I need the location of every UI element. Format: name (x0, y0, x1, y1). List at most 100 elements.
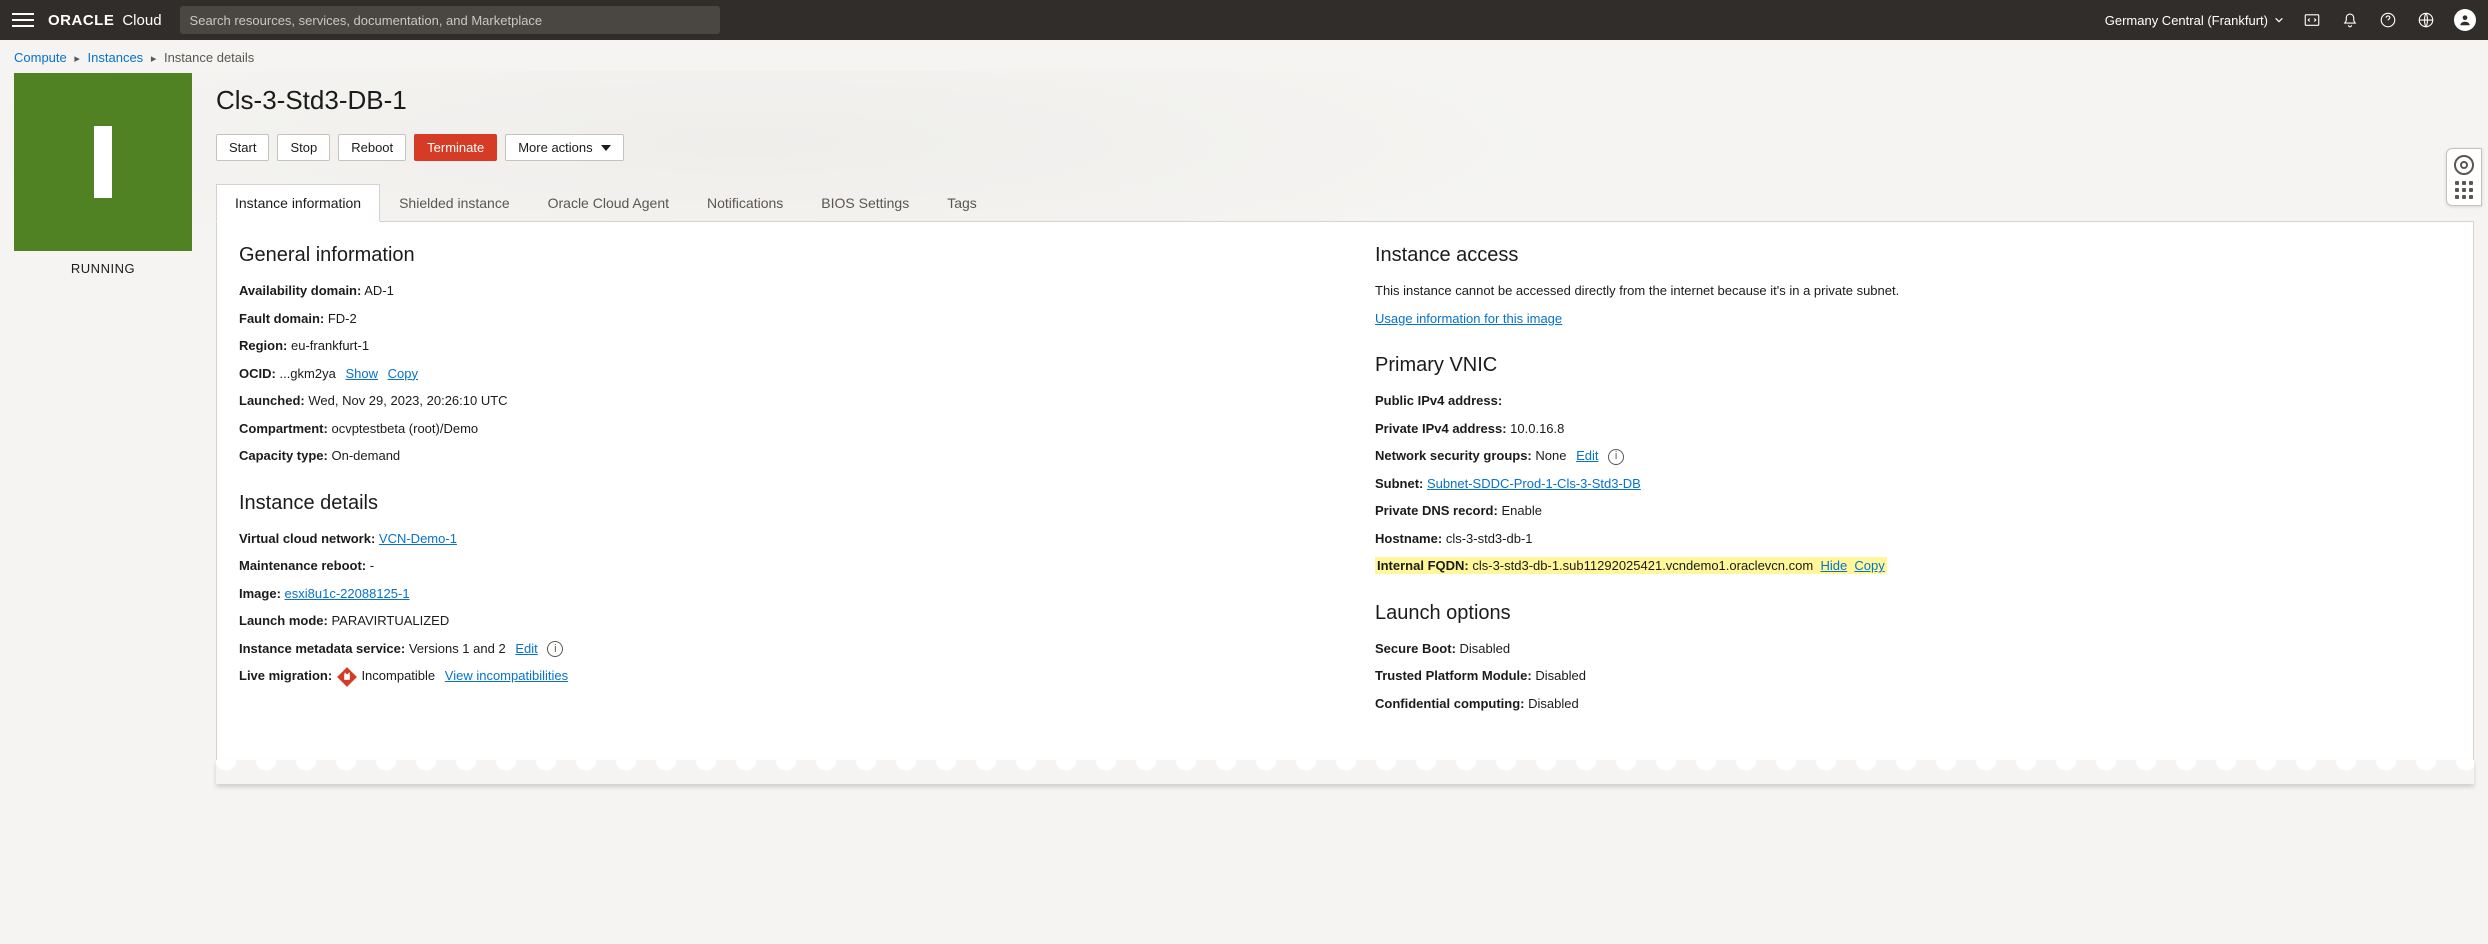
tpm-value: Disabled (1535, 668, 1586, 683)
tab-shielded-instance[interactable]: Shielded instance (380, 184, 529, 222)
maintenance-key: Maintenance reboot: (239, 558, 366, 573)
private-dns-value: Enable (1501, 503, 1541, 518)
nsg-key: Network security groups: (1375, 448, 1532, 463)
more-actions-button[interactable]: More actions (505, 134, 623, 161)
fqdn-key: Internal FQDN: (1377, 558, 1469, 573)
region-key: Region: (239, 338, 287, 353)
reboot-button[interactable]: Reboot (338, 134, 406, 161)
tab-panel: General information Availability domain:… (216, 222, 2474, 762)
nsg-edit-link[interactable]: Edit (1576, 448, 1598, 463)
support-widget[interactable] (2446, 148, 2482, 206)
ad-key: Availability domain: (239, 283, 361, 298)
image-link[interactable]: esxi8u1c-22088125-1 (285, 586, 410, 601)
image-key: Image: (239, 586, 281, 601)
launched-value: Wed, Nov 29, 2023, 20:26:10 UTC (308, 393, 507, 408)
more-actions-label: More actions (518, 140, 592, 155)
fd-key: Fault domain: (239, 311, 324, 326)
section-launch-options: Launch options (1375, 602, 2451, 625)
ocid-copy-link[interactable]: Copy (388, 366, 418, 381)
vcn-link[interactable]: VCN-Demo-1 (379, 531, 457, 546)
confidential-key: Confidential computing: (1375, 696, 1524, 711)
launch-mode-value: PARAVIRTUALIZED (331, 613, 449, 628)
tab-instance-information[interactable]: Instance information (216, 184, 380, 222)
action-row: Start Stop Reboot Terminate More actions (216, 134, 2474, 161)
help-icon[interactable] (2378, 10, 2398, 30)
nav-menu-button[interactable] (12, 9, 34, 31)
ad-value: AD-1 (364, 283, 394, 298)
breadcrumb-compute[interactable]: Compute (14, 50, 67, 65)
status-tile (14, 73, 192, 251)
tabs: Instance information Shielded instance O… (216, 183, 2474, 222)
tab-oracle-cloud-agent[interactable]: Oracle Cloud Agent (529, 184, 688, 222)
capacity-type-key: Capacity type: (239, 448, 328, 463)
subnet-key: Subnet: (1375, 476, 1423, 491)
section-instance-access: Instance access (1375, 244, 2451, 267)
view-incompatibilities-link[interactable]: View incompatibilities (445, 668, 568, 683)
chevron-down-icon (2274, 15, 2284, 25)
chevron-down-icon (601, 145, 611, 151)
search-input[interactable] (190, 13, 710, 28)
stop-button[interactable]: Stop (277, 134, 330, 161)
metadata-value: Versions 1 and 2 (409, 641, 506, 656)
fqdn-hide-link[interactable]: Hide (1820, 558, 1847, 573)
status-label: RUNNING (14, 261, 192, 276)
launch-mode-key: Launch mode: (239, 613, 328, 628)
metadata-key: Instance metadata service: (239, 641, 405, 656)
topbar: ORACLE Cloud Germany Central (Frankfurt) (0, 0, 2488, 40)
private-ip-key: Private IPv4 address: (1375, 421, 1507, 436)
secure-boot-key: Secure Boot: (1375, 641, 1456, 656)
subnet-link[interactable]: Subnet-SDDC-Prod-1-Cls-3-Std3-DB (1427, 476, 1641, 491)
tab-notifications[interactable]: Notifications (688, 184, 802, 222)
breadcrumb-instances[interactable]: Instances (88, 50, 144, 65)
start-button[interactable]: Start (216, 134, 269, 161)
maintenance-value: - (370, 558, 374, 573)
dev-tools-icon[interactable] (2302, 10, 2322, 30)
compartment-key: Compartment: (239, 421, 328, 436)
breadcrumb-sep: ▸ (70, 53, 84, 65)
globe-icon[interactable] (2416, 10, 2436, 30)
info-icon[interactable]: i (1608, 449, 1624, 465)
section-primary-vnic: Primary VNIC (1375, 354, 2451, 377)
terminate-button[interactable]: Terminate (414, 134, 497, 161)
vcn-key: Virtual cloud network: (239, 531, 375, 546)
breadcrumb: Compute ▸ Instances ▸ Instance details (0, 40, 2488, 71)
announcements-icon[interactable] (2340, 10, 2360, 30)
instance-access-note: This instance cannot be accessed directl… (1375, 281, 2451, 301)
breadcrumb-current: Instance details (164, 50, 254, 65)
breadcrumb-sep: ▸ (147, 53, 161, 65)
status-glyph (94, 126, 112, 198)
private-ip-value: 10.0.16.8 (1510, 421, 1564, 436)
brand-logo[interactable]: ORACLE Cloud (48, 12, 162, 29)
fqdn-copy-link[interactable]: Copy (1854, 558, 1884, 573)
confidential-value: Disabled (1528, 696, 1579, 711)
usage-information-link[interactable]: Usage information for this image (1375, 311, 1562, 326)
ocid-value: ...gkm2ya (279, 366, 335, 381)
region-value: eu-frankfurt-1 (291, 338, 369, 353)
nsg-value: None (1535, 448, 1566, 463)
info-icon[interactable]: i (547, 641, 563, 657)
region-selector[interactable]: Germany Central (Frankfurt) (2105, 13, 2284, 28)
hostname-value: cls-3-std3-db-1 (1446, 531, 1533, 546)
hostname-key: Hostname: (1375, 531, 1442, 546)
capacity-type-value: On-demand (332, 448, 401, 463)
live-migration-value: Incompatible (361, 668, 435, 683)
fd-value: FD-2 (328, 311, 357, 326)
tab-bios-settings[interactable]: BIOS Settings (802, 184, 928, 222)
live-migration-key: Live migration: (239, 668, 332, 683)
fqdn-value: cls-3-std3-db-1.sub11292025421.vcndemo1.… (1472, 558, 1813, 573)
brand-cloud: Cloud (122, 12, 161, 29)
search-box[interactable] (180, 6, 720, 34)
metadata-edit-link[interactable]: Edit (515, 641, 537, 656)
compartment-value: ocvptestbeta (root)/Demo (331, 421, 478, 436)
profile-avatar[interactable] (2454, 9, 2476, 31)
region-label: Germany Central (Frankfurt) (2105, 13, 2268, 28)
grid-icon (2455, 181, 2473, 199)
launched-key: Launched: (239, 393, 305, 408)
public-ip-key: Public IPv4 address: (1375, 393, 1502, 408)
ocid-key: OCID: (239, 366, 276, 381)
tab-tags[interactable]: Tags (928, 184, 996, 222)
torn-edge-decoration (216, 760, 2474, 784)
section-instance-details: Instance details (239, 492, 1315, 515)
tpm-key: Trusted Platform Module: (1375, 668, 1532, 683)
ocid-show-link[interactable]: Show (345, 366, 378, 381)
